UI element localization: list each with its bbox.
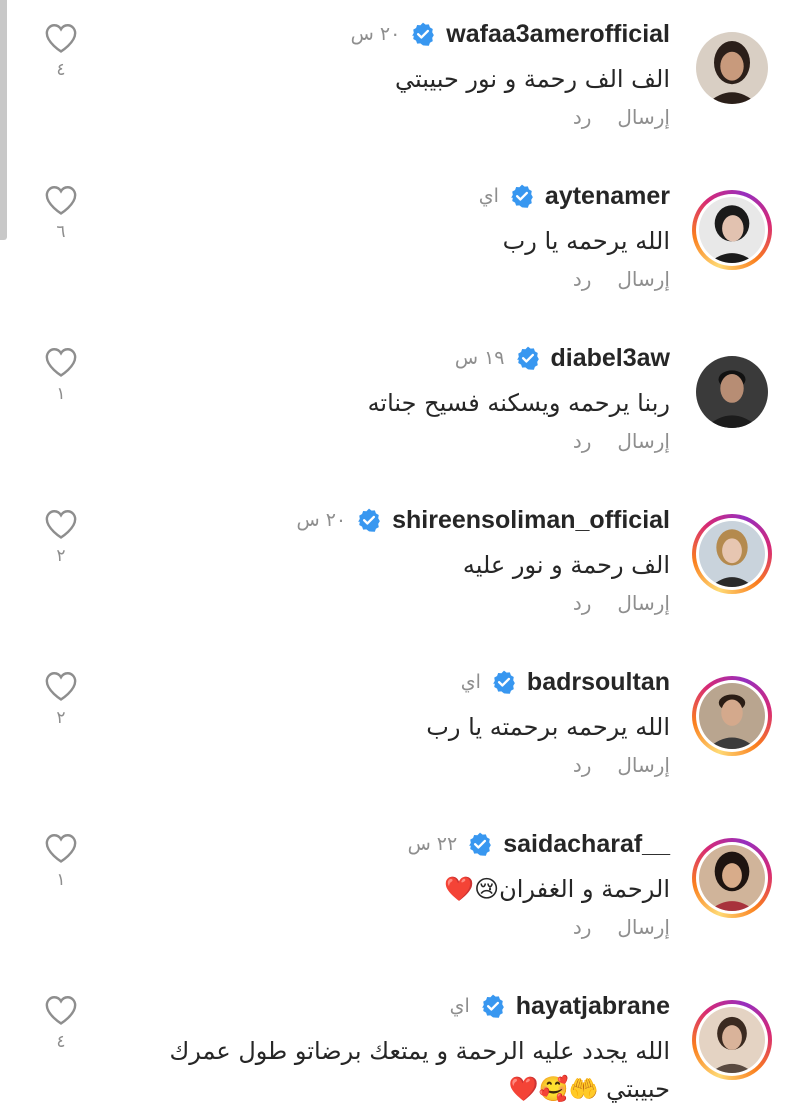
avatar[interactable] xyxy=(692,28,772,108)
like-count: ٢ xyxy=(56,708,66,728)
comment-timestamp: ١٩ س xyxy=(454,347,505,369)
reply-button[interactable]: رد xyxy=(573,915,592,939)
reply-button[interactable]: رد xyxy=(573,105,592,129)
avatar-story-ring[interactable] xyxy=(692,514,772,594)
comment-username[interactable]: saidacharaf__ xyxy=(503,830,670,859)
verified-badge-icon xyxy=(509,183,535,209)
comment-timestamp: ٢٠ س xyxy=(296,509,347,531)
comment-item: wafaa3amerofficial ٢٠ س الف الف رحمة و ن… xyxy=(0,0,800,162)
user-avatar-icon xyxy=(699,1007,765,1073)
user-avatar-icon xyxy=(699,683,765,749)
avatar-image xyxy=(699,845,765,911)
comment-item: aytenamer اي الله يرحمه يا رب رد إرسال ٦ xyxy=(0,162,800,324)
avatar-image xyxy=(696,32,768,104)
comment-username[interactable]: aytenamer xyxy=(545,182,670,211)
reply-button[interactable]: رد xyxy=(573,591,592,615)
comment-username[interactable]: shireensoliman_official xyxy=(392,506,670,535)
heart-icon[interactable] xyxy=(44,994,78,1026)
comment-text: ربنا يرحمه ويسكنه فسيح جناته xyxy=(367,389,670,417)
comment-item: hayatjabrane اي الله يجدد عليه الرحمة و … xyxy=(0,972,800,1120)
user-avatar-icon xyxy=(699,845,765,911)
like-count: ١ xyxy=(56,870,66,890)
reply-button[interactable]: رد xyxy=(573,753,592,777)
verified-badge-icon xyxy=(356,507,382,533)
send-button[interactable]: إرسال xyxy=(617,267,670,291)
like-count: ٤ xyxy=(56,60,66,80)
heart-icon[interactable] xyxy=(44,670,78,702)
comment-text: الله يجدد عليه الرحمة و يمتعك برضاتو طول… xyxy=(169,1037,671,1103)
send-button[interactable]: إرسال xyxy=(617,753,670,777)
send-button[interactable]: إرسال xyxy=(617,915,670,939)
comment-item: shireensoliman_official ٢٠ س الف رحمة و … xyxy=(0,486,800,648)
comment-timestamp: اي xyxy=(460,671,481,693)
like-count: ٤ xyxy=(56,1032,66,1052)
comment-username[interactable]: diabel3aw xyxy=(551,344,671,373)
like-count: ٦ xyxy=(56,222,66,242)
verified-badge-icon xyxy=(491,669,517,695)
send-button[interactable]: إرسال xyxy=(617,105,670,129)
send-button[interactable]: إرسال xyxy=(617,429,670,453)
comment-text: الله يرحمه يا رب xyxy=(502,227,670,255)
comment-username[interactable]: badrsoultan xyxy=(527,668,670,697)
heart-icon[interactable] xyxy=(44,832,78,864)
avatar-story-ring[interactable] xyxy=(692,190,772,270)
like-count: ١ xyxy=(56,384,66,404)
verified-badge-icon xyxy=(467,831,493,857)
heart-icon[interactable] xyxy=(44,22,78,54)
comment-list: wafaa3amerofficial ٢٠ س الف الف رحمة و ن… xyxy=(0,0,800,1120)
heart-icon[interactable] xyxy=(44,346,78,378)
user-avatar-icon xyxy=(699,197,765,263)
comment-timestamp: اي xyxy=(478,185,499,207)
comment-text: الرحمة و الغفران😢❤️ xyxy=(444,875,670,903)
verified-badge-icon xyxy=(515,345,541,371)
comment-item: saidacharaf__ ٢٢ س الرحمة و الغفران😢❤️ ر… xyxy=(0,810,800,972)
comment-timestamp: ٢٢ س xyxy=(407,833,458,855)
comment-text: الف رحمة و نور عليه xyxy=(462,551,670,579)
verified-badge-icon xyxy=(410,21,436,47)
send-button[interactable]: إرسال xyxy=(617,591,670,615)
heart-icon[interactable] xyxy=(44,184,78,216)
comment-username[interactable]: hayatjabrane xyxy=(516,992,670,1021)
verified-badge-icon xyxy=(480,993,506,1019)
avatar-image xyxy=(699,197,765,263)
user-avatar-icon xyxy=(696,356,768,428)
comment-timestamp: اي xyxy=(449,995,470,1017)
heart-icon[interactable] xyxy=(44,508,78,540)
avatar-story-ring[interactable] xyxy=(692,676,772,756)
avatar-image xyxy=(699,521,765,587)
comment-username[interactable]: wafaa3amerofficial xyxy=(446,20,670,49)
avatar-story-ring[interactable] xyxy=(692,1000,772,1080)
avatar-image xyxy=(696,356,768,428)
avatar-image xyxy=(699,1007,765,1073)
avatar-image xyxy=(699,683,765,749)
comment-timestamp: ٢٠ س xyxy=(350,23,401,45)
comment-text: الله يرحمه برحمته يا رب xyxy=(426,713,670,741)
comment-text: الف الف رحمة و نور حبيبتي xyxy=(394,65,670,93)
avatar[interactable] xyxy=(692,352,772,432)
user-avatar-icon xyxy=(699,521,765,587)
user-avatar-icon xyxy=(696,32,768,104)
reply-button[interactable]: رد xyxy=(573,429,592,453)
avatar-story-ring[interactable] xyxy=(692,838,772,918)
comment-item: badrsoultan اي الله يرحمه برحمته يا رب ر… xyxy=(0,648,800,810)
comment-item: diabel3aw ١٩ س ربنا يرحمه ويسكنه فسيح جن… xyxy=(0,324,800,486)
like-count: ٢ xyxy=(56,546,66,566)
reply-button[interactable]: رد xyxy=(573,267,592,291)
